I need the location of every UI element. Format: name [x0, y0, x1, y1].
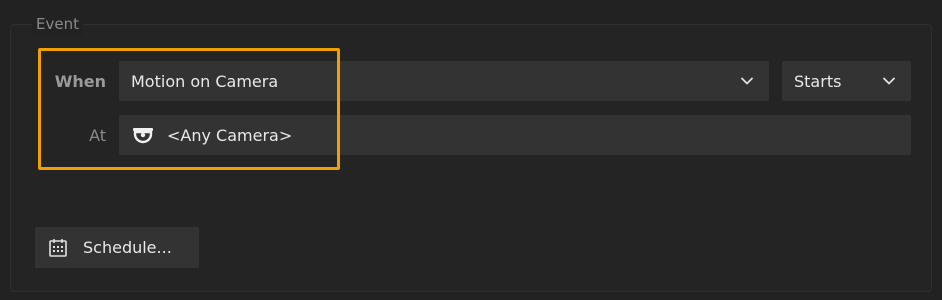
event-type-value: Motion on Camera [131, 71, 279, 91]
chevron-down-icon [881, 73, 897, 89]
chevron-down-icon [739, 73, 755, 89]
event-section-title: Event [32, 12, 83, 36]
event-rule-panel: Event When Motion on Camera Starts At <A… [0, 0, 942, 300]
event-state-dropdown[interactable]: Starts [782, 61, 911, 101]
at-label: At [89, 126, 106, 145]
camera-value: <Any Camera> [167, 125, 293, 145]
calendar-icon [48, 238, 68, 258]
schedule-button[interactable]: Schedule... [35, 227, 199, 268]
event-type-dropdown[interactable]: Motion on Camera [119, 61, 769, 101]
event-state-value: Starts [794, 71, 842, 91]
schedule-button-label: Schedule... [83, 238, 172, 257]
when-label: When [54, 72, 106, 91]
dome-camera-icon [131, 125, 155, 145]
camera-selector[interactable]: <Any Camera> [119, 115, 911, 155]
